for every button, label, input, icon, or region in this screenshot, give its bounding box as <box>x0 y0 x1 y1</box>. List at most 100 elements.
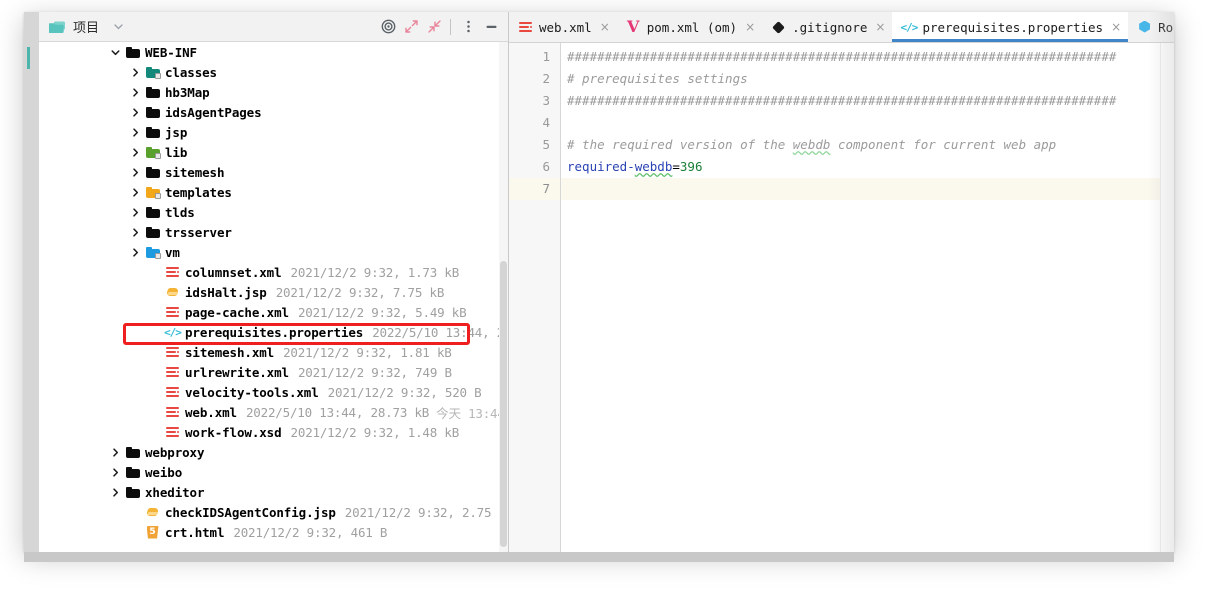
close-icon[interactable]: × <box>600 20 610 34</box>
folder-icon <box>145 125 160 140</box>
xml-file-icon <box>165 385 180 400</box>
tree-row[interactable]: idsAgentPages <box>39 102 508 122</box>
tree-row[interactable]: tlds <box>39 202 508 222</box>
tree-row-label: checkIDSAgentConfig.jsp <box>165 504 336 520</box>
options-menu-icon[interactable] <box>457 16 479 38</box>
chevron-right-icon[interactable] <box>129 226 142 239</box>
tree-row[interactable]: sitemesh <box>39 162 508 182</box>
editor-scrollbar-gutter[interactable] <box>1160 43 1174 552</box>
tree-row-label: idsHalt.jsp <box>185 284 267 300</box>
editor-tab[interactable]: .gitignore × <box>762 12 892 42</box>
code-line: # prerequisites settings <box>561 68 1160 90</box>
tree-row[interactable]: weibo <box>39 462 508 482</box>
editor-tab[interactable]: Vpom.xml (om) × <box>617 12 762 42</box>
tree-row[interactable]: crt.html 2021/12/2 9:32, 461 B <box>39 522 508 542</box>
chevron-right-icon[interactable] <box>129 146 142 159</box>
chevron-right-icon[interactable] <box>129 106 142 119</box>
tree-row[interactable]: work-flow.xsd 2021/12/2 9:32, 1.48 kB <box>39 422 508 442</box>
tree-row[interactable]: templates <box>39 182 508 202</box>
chevron-right-icon[interactable] <box>129 186 142 199</box>
editor-code-area[interactable]: ########################################… <box>561 43 1160 552</box>
tree-row[interactable]: vm <box>39 242 508 262</box>
chevron-down-icon[interactable] <box>113 21 124 32</box>
tree-row[interactable]: hb3Map <box>39 82 508 102</box>
collapse-all-icon[interactable] <box>423 16 445 38</box>
expand-all-icon[interactable] <box>400 16 422 38</box>
xml-file-icon <box>165 305 180 320</box>
folder-icon <box>125 465 140 480</box>
project-tree[interactable]: WEB-INF classes hb3Map idsAgentPages jsp lib s… <box>39 42 508 552</box>
line-number: 4 <box>542 115 550 130</box>
code-comment: # prerequisites settings <box>567 71 748 86</box>
editor-tab[interactable]: RoleServi <box>1128 12 1174 42</box>
tree-row-label: prerequisites.properties <box>185 324 364 340</box>
tree-row[interactable]: columnset.xml 2021/12/2 9:32, 1.73 kB <box>39 262 508 282</box>
code-line-blank <box>561 178 1160 200</box>
chevron-right-icon[interactable] <box>129 86 142 99</box>
editor-tab-label: pom.xml (om) <box>646 19 738 35</box>
tree-row-label: hb3Map <box>165 84 210 100</box>
hide-panel-icon[interactable] <box>480 16 502 38</box>
xml-file-icon <box>165 405 180 420</box>
tree-row[interactable]: velocity-tools.xml 2021/12/2 9:32, 520 B <box>39 382 508 402</box>
property-key: required- <box>567 159 635 174</box>
tree-row-label: templates <box>165 184 232 200</box>
tree-row-label: vm <box>165 244 180 260</box>
tree-row[interactable]: </> prerequisites.properties 2022/5/10 13:… <box>39 322 508 342</box>
property-value: 396 <box>679 159 703 174</box>
spellcheck-word: webdb <box>634 159 673 174</box>
tree-row[interactable]: trsserver <box>39 222 508 242</box>
maven-file-icon: V <box>627 17 640 36</box>
tree-row[interactable]: idsHalt.jsp 2021/12/2 9:32, 7.75 kB <box>39 282 508 302</box>
editor-tab-label: prerequisites.properties <box>922 19 1104 35</box>
chevron-right-icon[interactable] <box>129 206 142 219</box>
tree-row[interactable]: checkIDSAgentConfig.jsp 2021/12/2 9:32, 2… <box>39 502 508 522</box>
chevron-right-icon[interactable] <box>129 66 142 79</box>
xml-file-icon <box>165 425 180 440</box>
close-icon[interactable]: × <box>1111 20 1121 34</box>
chevron-right-icon[interactable] <box>109 466 122 479</box>
chevron-right-icon[interactable] <box>109 446 122 459</box>
chevron-down-icon[interactable] <box>109 46 122 59</box>
tree-row[interactable]: classes <box>39 62 508 82</box>
code-line: ########################################… <box>561 46 1160 68</box>
editor-tab[interactable]: </> prerequisites.properties × <box>892 12 1129 42</box>
left-tool-window-strip[interactable] <box>24 12 39 552</box>
folder-icon <box>125 485 140 500</box>
editor-tab[interactable]: web.xml × <box>509 12 617 42</box>
tree-row-label: trsserver <box>165 224 232 240</box>
locate-target-icon[interactable] <box>377 16 399 38</box>
tree-row-meta: 2021/12/2 9:32, 1.48 kB <box>290 424 460 440</box>
chevron-right-icon[interactable] <box>129 126 142 139</box>
properties-file-icon: </> <box>900 20 919 34</box>
folder-icon-teal <box>145 65 161 80</box>
tree-row[interactable]: sitemesh.xml 2021/12/2 9:32, 1.81 kB <box>39 342 508 362</box>
tree-row[interactable]: WEB-INF <box>39 42 508 62</box>
editor-body: 1 2 3 4 5 6 7 ################################… <box>509 43 1174 552</box>
tree-row[interactable]: page-cache.xml 2021/12/2 9:32, 5.49 kB <box>39 302 508 322</box>
tree-row[interactable]: xheditor <box>39 482 508 502</box>
line-number: 1 <box>542 49 550 64</box>
tree-row[interactable]: jsp <box>39 122 508 142</box>
code-line: ########################################… <box>561 90 1160 112</box>
editor-line-number-gutter: 1 2 3 4 5 6 7 <box>509 43 561 552</box>
tree-row-label: sitemesh.xml <box>185 344 275 360</box>
tree-row-label: classes <box>165 64 217 80</box>
tree-row[interactable]: lib <box>39 142 508 162</box>
tree-row[interactable]: urlrewrite.xml 2021/12/2 9:32, 749 B <box>39 362 508 382</box>
project-tree-scrollbar[interactable] <box>499 42 508 552</box>
property-separator: = <box>672 159 680 174</box>
tree-row[interactable]: webproxy <box>39 442 508 462</box>
properties-file-icon: </> <box>164 325 182 339</box>
chevron-right-icon[interactable] <box>129 246 142 259</box>
close-icon[interactable]: × <box>875 20 885 34</box>
tree-row-label: page-cache.xml <box>185 304 289 320</box>
chevron-right-icon[interactable] <box>129 166 142 179</box>
ide-window: 项目 WEB-INF classes hb3Map idsAgentPages … <box>24 12 1174 552</box>
html-file-icon <box>145 525 160 540</box>
chevron-right-icon[interactable] <box>109 486 122 499</box>
tree-row[interactable]: web.xml 2022/5/10 13:44, 28.73 kB 今天 13:44 <box>39 402 508 422</box>
close-icon[interactable]: × <box>745 20 755 34</box>
editor-tab-bar: web.xml × Vpom.xml (om) × .gitignore × </> prer… <box>509 12 1174 43</box>
project-tree-scrollbar-thumb[interactable] <box>500 261 507 547</box>
